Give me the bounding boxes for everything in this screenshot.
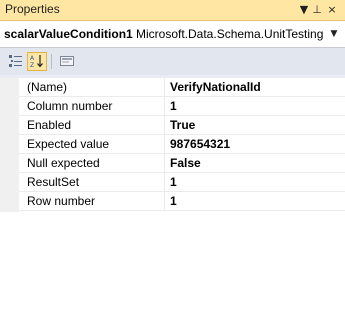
categorized-icon[interactable] xyxy=(6,52,26,71)
column-divider[interactable] xyxy=(164,135,165,154)
close-icon[interactable]: × xyxy=(325,2,339,18)
grid-gutter xyxy=(0,78,19,212)
property-name: Expected value xyxy=(27,137,110,151)
property-name: ResultSet xyxy=(27,175,80,189)
chevron-down-icon[interactable]: ▼ xyxy=(327,25,341,43)
property-name: Column number xyxy=(27,99,113,113)
property-row-resultset[interactable]: ResultSet 1 xyxy=(19,173,345,192)
property-row-expected-value[interactable]: Expected value 987654321 xyxy=(19,135,345,154)
selected-object-name: scalarValueCondition1 xyxy=(4,27,133,41)
properties-window: Properties ▼ ⊥ × scalarValueCondition1 M… xyxy=(0,0,345,312)
svg-text:Z: Z xyxy=(30,62,34,69)
property-grid: (Name) VerifyNationalId Column number 1 … xyxy=(0,78,345,312)
column-divider[interactable] xyxy=(164,97,165,116)
alphabetical-icon[interactable]: A Z xyxy=(27,52,47,71)
property-value[interactable]: 1 xyxy=(170,99,177,113)
property-row-enabled[interactable]: Enabled True xyxy=(19,116,345,135)
column-divider[interactable] xyxy=(164,154,165,173)
title-bar: Properties ▼ ⊥ × xyxy=(0,0,345,21)
pin-icon[interactable]: ⊥ xyxy=(310,2,324,18)
property-name: (Name) xyxy=(27,80,68,94)
column-divider[interactable] xyxy=(164,78,165,97)
svg-text:A: A xyxy=(30,55,35,62)
property-value[interactable]: VerifyNationalId xyxy=(170,80,261,94)
grid-empty-area xyxy=(0,212,345,312)
property-row-name[interactable]: (Name) VerifyNationalId xyxy=(19,78,345,97)
toolbar-separator xyxy=(51,54,52,69)
window-title: Properties xyxy=(5,2,60,16)
property-value[interactable]: True xyxy=(170,118,195,132)
column-divider[interactable] xyxy=(164,192,165,211)
window-menu-dropdown-icon[interactable]: ▼ xyxy=(297,2,311,18)
property-value[interactable]: 1 xyxy=(170,194,177,208)
property-name: Enabled xyxy=(27,118,72,132)
property-pages-icon[interactable] xyxy=(57,52,77,71)
property-value[interactable]: 987654321 xyxy=(170,137,230,151)
property-value[interactable]: 1 xyxy=(170,175,177,189)
property-name: Null expected xyxy=(27,156,100,170)
property-row-column-number[interactable]: Column number 1 xyxy=(19,97,345,116)
column-divider[interactable] xyxy=(164,116,165,135)
object-selector[interactable]: scalarValueCondition1 Microsoft.Data.Sch… xyxy=(0,21,345,48)
selected-object-type: Microsoft.Data.Schema.UnitTesting xyxy=(136,27,324,41)
property-name: Row number xyxy=(27,194,96,208)
property-row-row-number[interactable]: Row number 1 xyxy=(19,192,345,211)
properties-toolbar: A Z xyxy=(0,48,345,75)
property-row-null-expected[interactable]: Null expected False xyxy=(19,154,345,173)
property-value[interactable]: False xyxy=(170,156,201,170)
column-divider[interactable] xyxy=(164,173,165,192)
